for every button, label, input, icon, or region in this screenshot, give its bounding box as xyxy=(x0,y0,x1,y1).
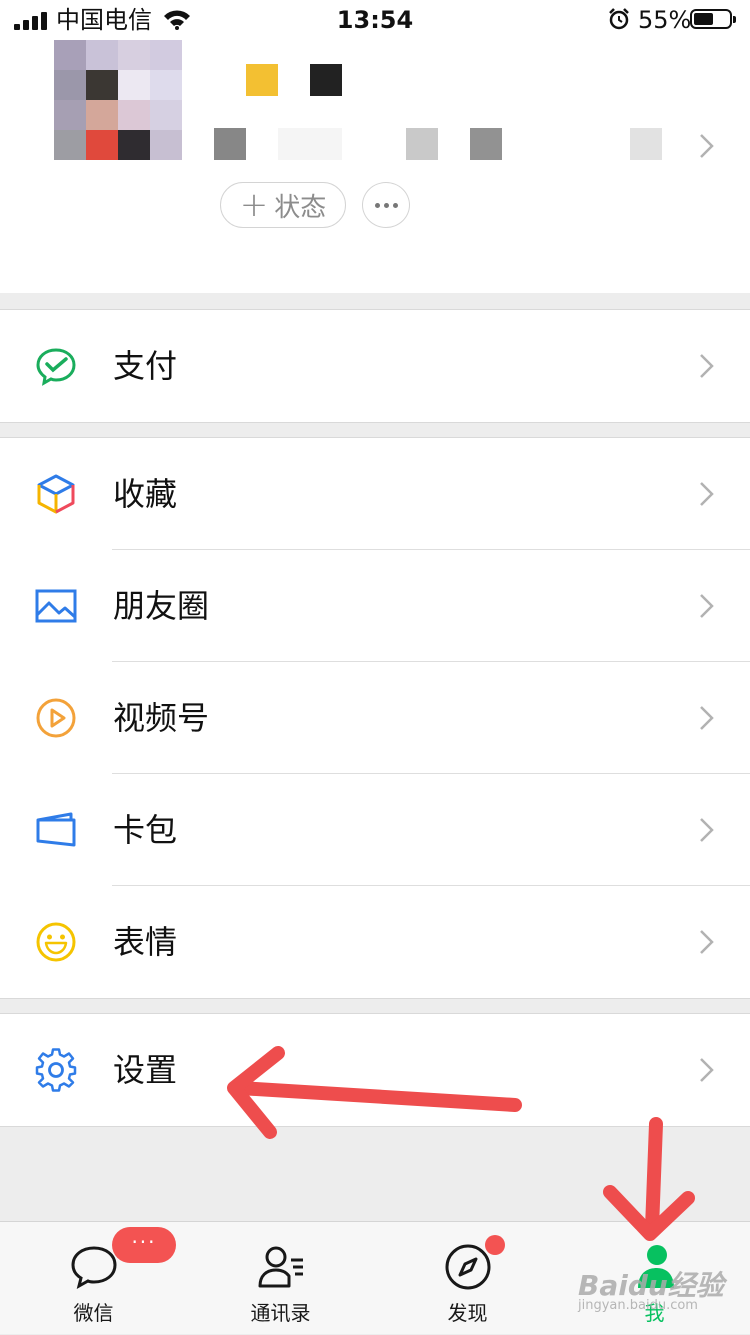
menu-item-pay-label: 支付 xyxy=(113,347,178,385)
card-wallet-icon xyxy=(36,812,76,847)
menu-item-stickers[interactable]: 表情 xyxy=(0,886,750,998)
menu-group-pay: 支付 xyxy=(0,309,750,423)
watermark-site: jingyan.baidu.com xyxy=(578,1298,698,1313)
favorites-cube-icon xyxy=(37,474,75,514)
pay-icon xyxy=(36,348,76,386)
menu-item-stickers-label: 表情 xyxy=(113,923,178,961)
compass-icon xyxy=(445,1244,490,1290)
battery-icon xyxy=(690,9,736,29)
chevron-right-icon xyxy=(700,706,714,730)
contacts-person-icon xyxy=(258,1246,303,1288)
chevron-right-icon[interactable] xyxy=(698,132,716,160)
more-dots-icon xyxy=(374,202,380,208)
menu-item-moments[interactable]: 朋友圈 xyxy=(0,550,750,662)
chevron-right-icon xyxy=(700,818,714,842)
chevron-right-icon xyxy=(700,482,714,506)
chevron-right-icon xyxy=(700,354,714,378)
menu-item-favorites[interactable]: 收藏 xyxy=(0,438,750,550)
menu-group-main: 收藏 朋友圈 视频号 卡包 表情 xyxy=(0,437,750,999)
menu-item-channels-label: 视频号 xyxy=(113,699,210,737)
menu-item-channels[interactable]: 视频号 xyxy=(0,662,750,774)
add-status-button[interactable]: + 状态 xyxy=(220,182,346,228)
unread-badge: ··· xyxy=(112,1227,176,1263)
avatar[interactable] xyxy=(54,40,182,160)
chevron-right-icon xyxy=(700,1058,714,1082)
status-button-label: 状态 xyxy=(274,192,327,223)
more-dots-button[interactable] xyxy=(362,182,410,228)
discover-red-dot xyxy=(485,1235,505,1255)
menu-item-pay[interactable]: 支付 xyxy=(0,310,750,422)
channels-play-icon xyxy=(36,698,76,738)
status-bar: 中国电信 13:54 55% xyxy=(0,0,750,40)
menu-item-favorites-label: 收藏 xyxy=(113,475,178,513)
moments-picture-icon xyxy=(35,589,77,623)
chevron-right-icon xyxy=(700,930,714,954)
menu-group-settings: 设置 xyxy=(0,1013,750,1127)
tab-discover[interactable]: 发现 xyxy=(374,1222,561,1335)
menu-item-settings-label: 设置 xyxy=(113,1051,178,1089)
chat-bubble-icon xyxy=(70,1246,117,1289)
alarm-icon xyxy=(609,8,629,30)
gear-icon xyxy=(35,1048,77,1092)
tab-contacts[interactable]: 通讯录 xyxy=(187,1222,374,1335)
baidu-jingyan-watermark: Baidu经验 jingyan.baidu.com xyxy=(578,1264,724,1313)
arrow-to-me-tab xyxy=(603,1117,695,1241)
chevron-right-icon xyxy=(700,594,714,618)
smiley-icon xyxy=(36,922,76,962)
menu-item-cards-label: 卡包 xyxy=(113,811,178,849)
menu-item-moments-label: 朋友圈 xyxy=(113,587,210,625)
tab-chats-label: 微信 xyxy=(73,1301,114,1325)
tab-discover-label: 发现 xyxy=(447,1301,488,1325)
battery-percentage: 55% xyxy=(638,6,692,34)
profile-header[interactable]: + 状态 xyxy=(0,40,750,293)
plus-icon: + xyxy=(239,185,269,225)
menu-item-cards[interactable]: 卡包 xyxy=(0,774,750,886)
menu-item-settings[interactable]: 设置 xyxy=(0,1014,750,1126)
tab-contacts-label: 通讯录 xyxy=(250,1301,311,1325)
